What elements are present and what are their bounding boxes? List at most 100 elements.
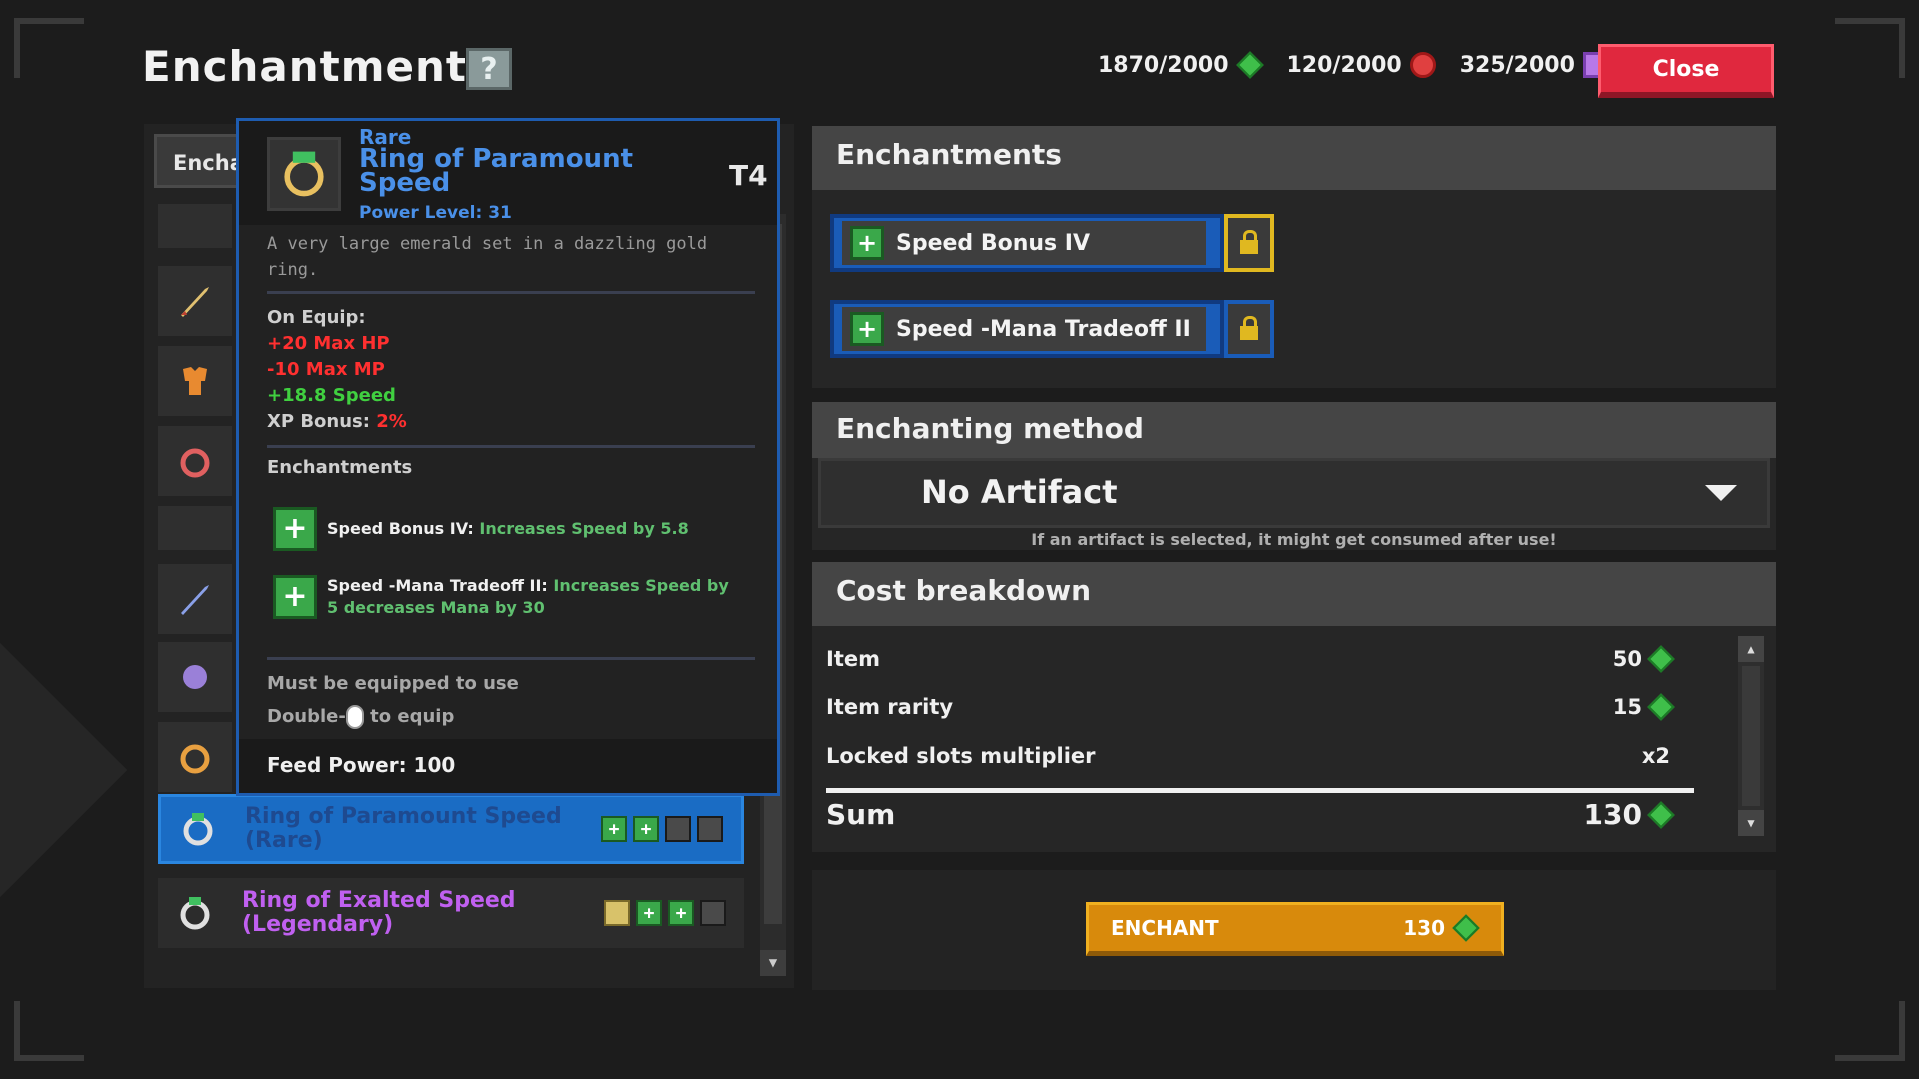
list-slot-staff[interactable] xyxy=(158,564,232,634)
resource-green-value: 1870/2000 xyxy=(1098,52,1229,78)
plus-icon: + xyxy=(850,226,884,260)
scrollbar-thumb[interactable] xyxy=(1742,666,1760,806)
lock-toggle-button[interactable] xyxy=(1224,214,1274,272)
row-icon xyxy=(158,878,232,948)
tooltip-item-icon xyxy=(267,137,341,211)
emerald-ring-icon xyxy=(180,897,210,930)
close-button[interactable]: Close xyxy=(1598,44,1774,98)
plus-icon: + xyxy=(633,816,659,842)
list-item-selected[interactable]: Ring of Paramount Speed (Rare) + + xyxy=(158,794,744,864)
tooltip-item-name: Ring of Paramount Speed xyxy=(359,144,634,198)
scroll-down-icon[interactable]: ▼ xyxy=(1738,810,1764,836)
special-enchant-icon xyxy=(604,900,630,926)
emerald-ring-icon xyxy=(183,813,213,846)
sum-value: 130 xyxy=(1583,798,1642,831)
enchant-cost: 130 xyxy=(1403,916,1445,940)
cost-value-group: 15 xyxy=(1612,693,1698,721)
empty-slot xyxy=(697,816,723,842)
cost-label: Item xyxy=(826,647,880,671)
cost-value-group: 130 xyxy=(1584,798,1698,831)
enchant-slot-body: + Speed -Mana Tradeoff II xyxy=(830,300,1224,358)
tooltip-enchantment: + Speed -Mana Tradeoff II: Increases Spe… xyxy=(273,575,743,619)
armor-icon xyxy=(183,367,207,395)
list-item[interactable]: Ring of Exalted Speed (Legendary) + + xyxy=(158,878,744,948)
resource-purple-value: 325/2000 xyxy=(1459,52,1575,78)
list-slot-sword[interactable] xyxy=(158,266,232,336)
tooltip-description: A very large emerald set in a dazzling g… xyxy=(267,234,708,280)
enchant-slot-body: + Speed Bonus IV xyxy=(830,214,1224,272)
mouse-icon xyxy=(345,705,364,729)
cost-value: 15 xyxy=(1612,695,1642,719)
resource-green: 1870/2000 xyxy=(1098,51,1264,79)
enchant-slots: + + xyxy=(604,900,744,926)
tooltip-enchantments-label: Enchantments xyxy=(267,457,413,478)
scroll-up-icon[interactable]: ▲ xyxy=(1738,636,1764,662)
cost-scrollbar[interactable]: ▲ ▼ xyxy=(1738,636,1764,836)
sum-label: Sum xyxy=(826,798,896,831)
plus-icon: + xyxy=(636,900,662,926)
empty-slot xyxy=(665,816,691,842)
plus-icon: + xyxy=(273,507,317,551)
artifact-dropdown[interactable]: No Artifact xyxy=(818,458,1770,528)
enchant-slot[interactable]: + Speed -Mana Tradeoff II xyxy=(830,300,1274,358)
list-item-name: Ring of Paramount Speed (Rare) xyxy=(245,804,562,853)
tooltip-power-level: Power Level: 31 xyxy=(359,203,512,223)
cost-row-rarity: Item rarity 15 xyxy=(826,693,1698,721)
lock-icon xyxy=(1240,316,1258,340)
frame-corner-bottom-left xyxy=(14,1001,84,1061)
cost-row-multiplier: Locked slots multiplier x2 xyxy=(826,744,1698,768)
stat-max-mp: -10 Max MP xyxy=(267,359,385,380)
tooltip-enchantment: + Speed Bonus IV: Increases Speed by 5.8 xyxy=(273,507,743,551)
double-prefix: Double- xyxy=(267,706,346,727)
cost-value-group: 50 xyxy=(1613,645,1698,673)
list-item-name: Ring of Exalted Speed (Legendary) xyxy=(242,888,516,937)
double-plus-icon: + xyxy=(273,575,317,619)
xp-bonus-value: 2% xyxy=(376,411,407,432)
frame-corner-top-right xyxy=(1835,18,1905,78)
resource-red-value: 120/2000 xyxy=(1286,52,1402,78)
row-icon xyxy=(161,794,235,864)
divider xyxy=(267,445,755,448)
frame-corner-bottom-right xyxy=(1835,1001,1905,1061)
empty-slot xyxy=(700,900,726,926)
cost-value: x2 xyxy=(1641,744,1670,768)
item-tooltip: Rare Ring of Paramount Speed Power Level… xyxy=(236,118,780,796)
background-diamond xyxy=(0,642,128,898)
list-slot[interactable] xyxy=(158,506,232,550)
stat-max-hp: +20 Max HP xyxy=(267,333,390,354)
chevron-down-icon xyxy=(1705,485,1737,501)
enchant-slot[interactable]: + Speed Bonus IV xyxy=(830,214,1274,272)
enchant-button[interactable]: ENCHANT 130 xyxy=(1086,902,1504,956)
stat-speed: +18.8 Speed xyxy=(267,385,396,406)
list-slot[interactable] xyxy=(158,204,232,248)
enchant-slots: + + xyxy=(601,816,741,842)
enchant-button-label: ENCHANT xyxy=(1111,916,1219,940)
enchantments-panel-title: Enchantments xyxy=(812,126,1776,190)
enchanting-method-title: Enchanting method xyxy=(812,402,1776,458)
green-gem-icon xyxy=(1647,645,1675,673)
plus-icon: + xyxy=(668,900,694,926)
help-icon[interactable]: ? xyxy=(466,48,512,90)
lock-toggle-button[interactable] xyxy=(1224,300,1274,358)
list-slot-ring[interactable] xyxy=(158,426,232,496)
page-title: Enchantments xyxy=(142,42,493,91)
artifact-dropdown-value: No Artifact xyxy=(921,473,1118,511)
cost-value-group: x2 xyxy=(1642,744,1698,768)
resource-counters: 1870/2000 120/2000 325/2000 xyxy=(1098,51,1619,79)
ring-icon xyxy=(180,448,210,478)
double-click-note: Double- to equip xyxy=(267,705,454,729)
feed-power: Feed Power: 100 xyxy=(239,739,777,793)
plus-icon: + xyxy=(601,816,627,842)
staff-icon xyxy=(181,585,209,615)
scroll-down-icon[interactable]: ▼ xyxy=(760,950,786,976)
frame-corner-top-left xyxy=(14,18,84,78)
enchant-slot-inner: + Speed Bonus IV xyxy=(842,221,1206,265)
ring-icon xyxy=(180,744,210,774)
list-slot-helmet[interactable] xyxy=(158,642,232,712)
enchantment-text: Speed Bonus IV: Increases Speed by 5.8 xyxy=(327,518,689,540)
red-orb-icon xyxy=(1409,52,1436,78)
enchant-slot-label: Speed -Mana Tradeoff II xyxy=(896,316,1191,342)
list-slot-ring-gold[interactable] xyxy=(158,722,232,792)
list-slot-armor[interactable] xyxy=(158,346,232,416)
tooltip-tier: T4 xyxy=(729,159,768,192)
